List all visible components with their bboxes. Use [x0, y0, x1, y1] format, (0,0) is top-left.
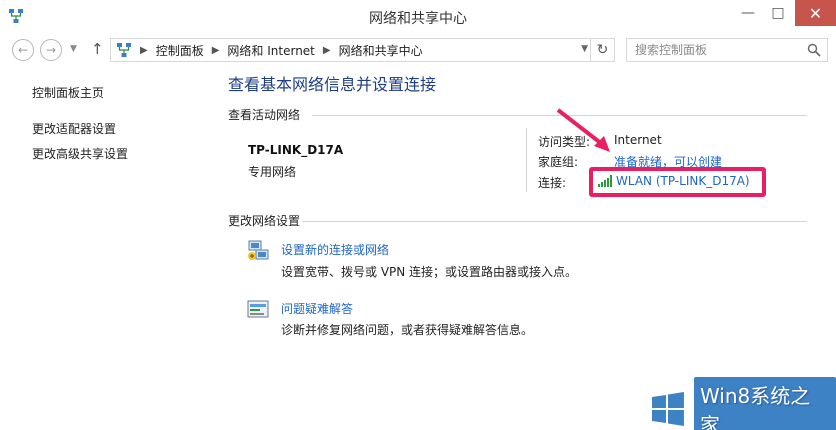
network-name: TP-LINK_D17A [248, 143, 344, 157]
divider [302, 221, 807, 222]
new-connection-icon [248, 240, 269, 260]
sidebar-item-control-panel-home[interactable]: 控制面板主页 [32, 84, 104, 101]
search-input[interactable] [635, 39, 805, 61]
up-button[interactable]: ↑ [91, 40, 104, 58]
troubleshoot-icon [247, 300, 269, 318]
back-button[interactable]: ← [12, 39, 34, 61]
troubleshoot-description: 诊断并修复网络问题，或者获得疑难解答信息。 [281, 323, 534, 337]
chevron-right-icon[interactable]: ▶ [323, 45, 331, 56]
set-up-connection-link[interactable]: 设置新的连接或网络 [281, 241, 389, 258]
breadcrumb-control-panel[interactable]: 控制面板 [156, 42, 204, 59]
search-box[interactable] [626, 38, 828, 62]
title-bar: 网络和共享中心 — □ ✕ [0, 0, 836, 34]
search-icon[interactable] [807, 43, 821, 57]
divider [526, 128, 527, 192]
address-dropdown-icon[interactable]: ▼ [581, 44, 588, 54]
navigation-bar: ← → ▼ ↑ ▶ 控制面板 ▶ 网络和 Internet ▶ 网络和共享中心 … [0, 36, 836, 64]
forward-button[interactable]: → [40, 39, 62, 61]
recent-locations-dropdown[interactable]: ▼ [70, 44, 77, 54]
breadcrumb-network-sharing-center[interactable]: 网络和共享中心 [339, 42, 423, 59]
wlan-connection-link[interactable]: WLAN (TP-LINK_D17A) [598, 174, 750, 188]
connection-label: 连接: [538, 176, 567, 190]
change-settings-label: 更改网络设置 [228, 214, 301, 228]
window-title: 网络和共享中心 [369, 11, 467, 27]
network-type-link[interactable]: 专用网络 [248, 163, 296, 180]
watermark-text: Win8系统之家 [693, 377, 836, 430]
close-button[interactable]: ✕ [795, 0, 836, 26]
sidebar-item-change-adapter-settings[interactable]: 更改适配器设置 [32, 120, 116, 137]
refresh-icon[interactable]: ↻ [590, 39, 614, 61]
troubleshoot-link[interactable]: 问题疑难解答 [281, 300, 353, 317]
minimize-button[interactable]: — [734, 0, 762, 26]
chevron-right-icon[interactable]: ▶ [212, 45, 220, 56]
wlan-connection-label[interactable]: WLAN (TP-LINK_D17A) [616, 174, 750, 188]
maximize-button[interactable]: □ [764, 0, 792, 26]
access-type-value: Internet [614, 133, 662, 147]
active-networks-label: 查看活动网络 [228, 108, 301, 122]
watermark: Win8系统之家 [650, 377, 836, 430]
page-title: 查看基本网络信息并设置连接 [228, 75, 437, 94]
windows-logo-icon [651, 392, 684, 426]
chevron-right-icon[interactable]: ▶ [140, 45, 148, 56]
annotation-arrow-icon [556, 108, 610, 152]
breadcrumb-network-internet[interactable]: 网络和 Internet [227, 42, 314, 59]
address-bar[interactable]: ▶ 控制面板 ▶ 网络和 Internet ▶ 网络和共享中心 ▼ ↻ [110, 38, 615, 62]
sidebar-item-change-advanced-sharing[interactable]: 更改高级共享设置 [32, 145, 128, 162]
set-up-connection-description: 设置宽带、拨号或 VPN 连接；或设置路由器或接入点。 [281, 265, 578, 279]
wifi-signal-icon [598, 175, 612, 187]
control-panel-icon [117, 43, 131, 57]
